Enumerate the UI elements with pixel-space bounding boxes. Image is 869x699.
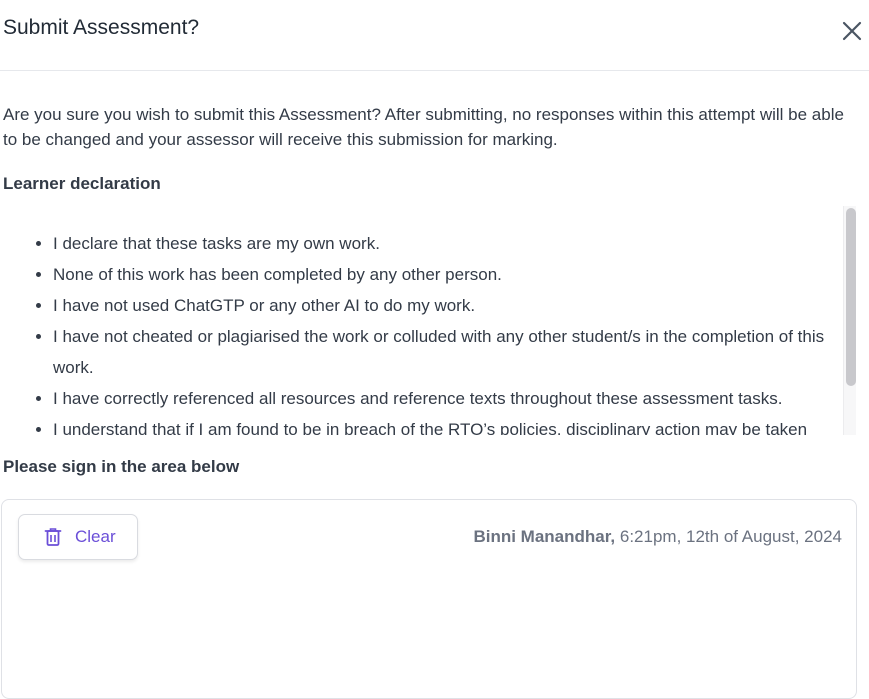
- dialog-header: Submit Assessment?: [0, 0, 869, 71]
- declaration-heading: Learner declaration: [3, 174, 161, 193]
- declaration-scroll-area[interactable]: I declare that these tasks are my own wo…: [0, 206, 857, 435]
- signed-timestamp: 6:21pm, 12th of August, 2024: [619, 527, 842, 546]
- declaration-item: None of this work has been completed by …: [53, 259, 833, 290]
- declaration-scrollbar[interactable]: [843, 206, 856, 435]
- declaration-item: I understand that if I am found to be in…: [53, 414, 833, 435]
- trash-icon: [44, 527, 62, 547]
- declaration-item: I declare that these tasks are my own wo…: [53, 228, 833, 259]
- signature-pad[interactable]: Clear Binni Manandhar, 6:21pm, 12th of A…: [1, 499, 857, 699]
- dialog-title: Submit Assessment?: [3, 16, 200, 39]
- clear-button-label: Clear: [75, 527, 116, 546]
- declaration-item: I have not used ChatGTP or any other AI …: [53, 290, 833, 321]
- submit-warning-text: Are you sure you wish to submit this Ass…: [3, 105, 844, 149]
- close-icon[interactable]: [839, 18, 865, 44]
- clear-signature-button[interactable]: Clear: [18, 514, 138, 560]
- signer-name: Binni Manandhar,: [473, 527, 616, 546]
- signature-heading: Please sign in the area below: [3, 457, 240, 476]
- declaration-item: I have correctly referenced all resource…: [53, 383, 833, 414]
- declaration-list: I declare that these tasks are my own wo…: [0, 228, 833, 435]
- scrollbar-thumb[interactable]: [846, 208, 856, 386]
- declaration-item: I have not cheated or plagiarised the wo…: [53, 321, 833, 383]
- signature-meta: Binni Manandhar, 6:21pm, 12th of August,…: [473, 527, 842, 547]
